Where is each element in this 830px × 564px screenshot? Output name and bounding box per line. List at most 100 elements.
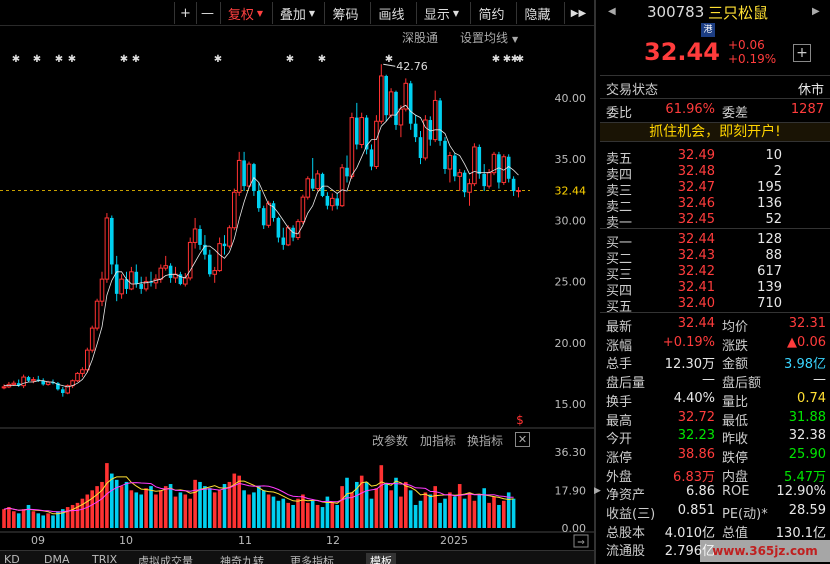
candle-body [349, 117, 355, 177]
candle-body [511, 178, 516, 192]
date-tick-label: 10 [119, 534, 133, 547]
stat-label: 净资产 [606, 488, 646, 504]
candle-body [89, 327, 95, 351]
tab-kd[interactable]: KD [4, 553, 20, 564]
price-tick-label: 40.00 [555, 92, 587, 105]
volume-bar [379, 465, 384, 528]
order-book-row[interactable]: 买四 32.41 139 [600, 280, 830, 299]
candle-body [477, 146, 482, 174]
stat-value: ▲0.06 [787, 334, 826, 350]
stat-value: 130.1亿 [775, 525, 826, 541]
stat-label: 跌停 [722, 450, 749, 466]
candle-body [158, 267, 164, 280]
order-book-row[interactable]: 买三 32.42 617 [600, 264, 830, 283]
volume-bar [2, 509, 6, 528]
volume-bar [423, 492, 428, 528]
volume-bar [222, 484, 227, 528]
order-book-row[interactable]: 卖一 32.45 52 [600, 212, 830, 231]
tab-virtual-volume[interactable]: 虚拟成交量 [138, 553, 193, 564]
candle-body [335, 198, 339, 206]
last-price-label: 32.44 [555, 185, 587, 198]
order-price: 32.48 [677, 164, 715, 179]
price-tick-label: 15.00 [555, 398, 587, 411]
volume-bar [173, 496, 178, 528]
order-book-row[interactable]: 卖四 32.48 2 [600, 164, 830, 183]
tab-nine-turns[interactable]: 神奇九转 [220, 553, 264, 564]
price-tick-label: 30.00 [555, 214, 587, 227]
candle-body [246, 163, 252, 187]
event-star-icon: ✱ [286, 54, 294, 65]
volume-bar [291, 504, 295, 528]
overlay-dropdown[interactable]: 叠加 ▼ [272, 2, 322, 24]
chips-button[interactable]: 筹码 [324, 2, 366, 24]
stat-label: 均价 [722, 320, 749, 335]
fuquan-dropdown[interactable]: 复权 ▼ [220, 2, 270, 24]
status-label: 交易状态 [606, 83, 659, 98]
tab-trix[interactable]: TRIX [92, 553, 117, 564]
order-book-row[interactable]: 卖二 32.46 136 [600, 196, 830, 215]
candle-body [139, 284, 143, 289]
switch-indicator-button[interactable]: 换指标 [467, 432, 503, 449]
hide-button[interactable]: 隐藏 [516, 2, 558, 24]
volume-bar [154, 494, 158, 528]
display-dropdown[interactable]: 显示 ▼ [416, 2, 466, 24]
order-volume: 52 [765, 212, 782, 227]
candle-body [242, 160, 246, 187]
candle-body [227, 227, 232, 247]
candle-body [1, 386, 7, 389]
volume-bar [242, 490, 246, 528]
order-book-row[interactable]: 买一 32.44 128 [600, 232, 830, 251]
volume-bar [193, 479, 197, 528]
volume-bar [457, 484, 462, 528]
candle-body [486, 172, 492, 187]
volume-bar [36, 513, 41, 528]
simple-button[interactable]: 简约 [470, 2, 512, 24]
stat-value: 32.31 [788, 316, 826, 331]
add-watchlist-button[interactable]: + [793, 44, 811, 62]
volume-bar [183, 494, 188, 528]
stats-row: 涨幅 +0.19% 涨跌 ▲0.06 [600, 334, 830, 354]
zoom-out-button[interactable]: — [196, 2, 218, 24]
tab-dma[interactable]: DMA [44, 553, 70, 564]
date-tick-label: 12 [326, 534, 340, 547]
stat-label: 最新 [606, 320, 633, 335]
tab-template[interactable]: 模板 [366, 553, 396, 564]
candle-body [295, 221, 301, 239]
candle-body [374, 120, 379, 168]
quote-panel: ◀ ▶ 300783 三只松鼠 港 32.44 +0.06 +0.19% + 交易… [600, 0, 830, 564]
volume-bar [178, 492, 183, 528]
order-book-row[interactable]: 买二 32.43 88 [600, 248, 830, 267]
stats-row: 盘后量 — 盘后额 — [600, 372, 830, 391]
order-volume: 139 [757, 280, 782, 295]
tab-more-indicators[interactable]: 更多指标 [290, 553, 334, 564]
expand-icon[interactable]: ▶▶ [564, 2, 592, 24]
change-params-button[interactable]: 改参数 [372, 432, 408, 449]
draw-line-button[interactable]: 画线 [370, 2, 412, 24]
order-book-row[interactable]: 卖三 32.47 195 [600, 180, 830, 199]
candle-body [285, 227, 291, 246]
stat-value: 4.40% [673, 390, 715, 406]
volume-bar [266, 494, 271, 528]
stat-value: 6.86 [686, 484, 715, 500]
panel-divider[interactable] [594, 0, 596, 564]
open-account-banner[interactable]: 抓住机会，即刻开户! [600, 122, 830, 142]
zoom-in-button[interactable]: + [174, 2, 196, 24]
volume-bar [16, 513, 21, 528]
stat-label: PE(动)* [722, 507, 768, 522]
candle-body [26, 377, 31, 381]
stat-label: 外盘 [606, 469, 633, 485]
order-book-row[interactable]: 买五 32.40 710 [600, 296, 830, 315]
order-book-row[interactable]: 卖五 32.49 10 [600, 148, 830, 167]
candle-body [472, 146, 477, 185]
candle-body [217, 243, 222, 272]
volume-bar [110, 473, 114, 528]
next-arrow-icon[interactable]: ▶ [812, 6, 820, 17]
candle-body [266, 202, 271, 226]
ratio-row: 委比 61.96% 委差 1287 [600, 102, 830, 121]
volume-bar [306, 502, 310, 528]
kline-chart[interactable]: 40.00 35.00 30.00 25.00 20.00 15.00 32.44 ✱ ✱ ✱ ✱ ✱… [0, 44, 594, 550]
add-indicator-button[interactable]: 加指标 [420, 432, 456, 449]
close-icon[interactable]: ✕ [515, 432, 530, 447]
stat-label: ROE [722, 484, 750, 500]
prev-arrow-icon[interactable]: ◀ [608, 6, 616, 17]
